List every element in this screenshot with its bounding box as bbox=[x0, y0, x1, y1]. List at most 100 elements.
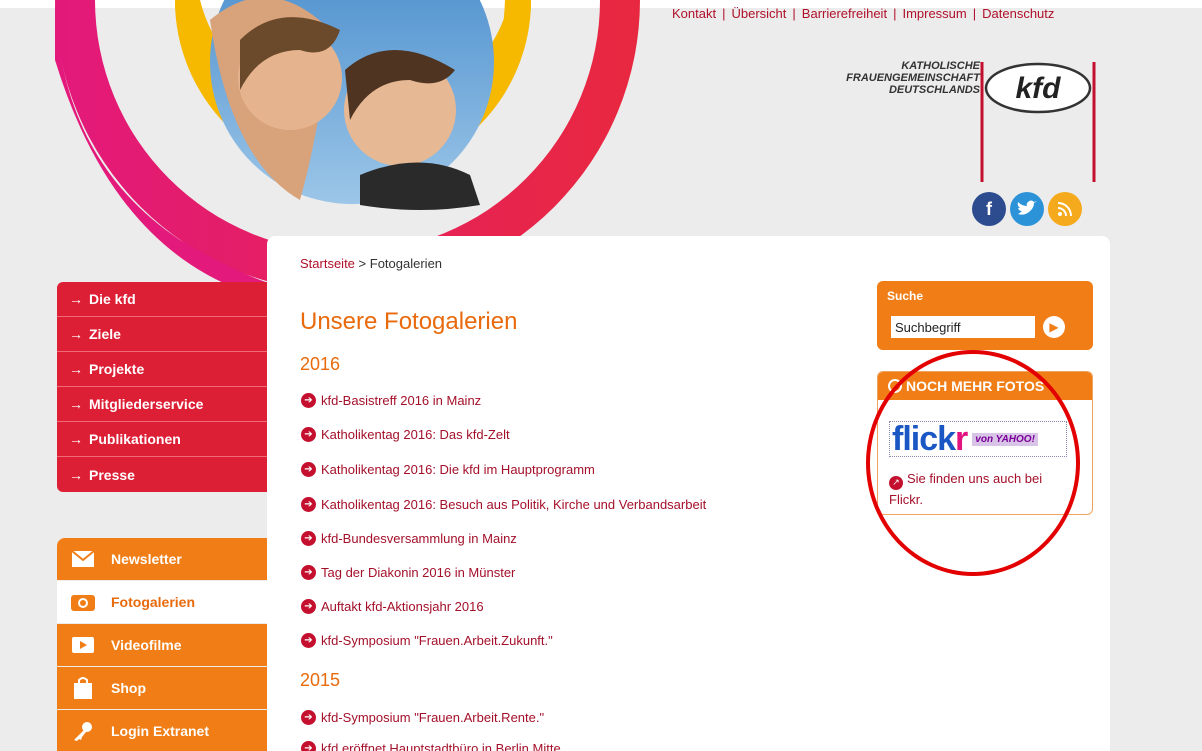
arrow-right-icon: ➔ bbox=[301, 565, 316, 580]
gallery-link[interactable]: ➔ kfd-Bundesversammlung in Mainz bbox=[301, 531, 517, 546]
topnav-uebersicht-link[interactable]: Übersicht bbox=[731, 6, 786, 21]
more-photos-title: NOCH MEHR FOTOS bbox=[906, 378, 1045, 394]
gallery-link[interactable]: ➔ Katholikentag 2016: Das kfd-Zelt bbox=[301, 427, 510, 442]
quick-links: Newsletter Fotogalerien Videofilme Shop … bbox=[57, 538, 267, 751]
nav-item-projekte[interactable]: → Projekte bbox=[57, 352, 267, 387]
gallery-link[interactable]: ➔ kfd-Symposium "Frauen.Arbeit.Rente." bbox=[301, 710, 544, 725]
flickr-logo-link[interactable]: flick r von YAHOO! bbox=[889, 421, 1067, 457]
kfd-logo-mark: kfd bbox=[980, 62, 1096, 182]
breadcrumb-current: Fotogalerien bbox=[369, 256, 443, 271]
nav-item-publikationen[interactable]: → Publikationen bbox=[57, 422, 267, 457]
circle-icon bbox=[888, 379, 902, 393]
gallery-link-label: Katholikentag 2016: Das kfd-Zelt bbox=[321, 427, 510, 442]
breadcrumb: Startseite > Fotogalerien bbox=[300, 256, 442, 271]
kfd-logo[interactable]: KATHOLISCHE FRAUENGEMEINSCHAFT DEUTSCHLA… bbox=[810, 54, 1110, 184]
more-photos-header: NOCH MEHR FOTOS bbox=[878, 372, 1092, 400]
play-arrow-icon: ▶ bbox=[1049, 320, 1059, 334]
gallery-link-label: kfd-Bundesversammlung in Mainz bbox=[321, 531, 517, 546]
nav-item-label: Presse bbox=[89, 466, 135, 483]
arrow-right-icon: → bbox=[69, 466, 83, 483]
gallery-link-label: Katholikentag 2016: Besuch aus Politik, … bbox=[321, 497, 707, 512]
camera-icon bbox=[69, 591, 97, 613]
quicklink-newsletter[interactable]: Newsletter bbox=[57, 538, 267, 580]
arrow-right-icon: → bbox=[69, 396, 83, 412]
rss-icon[interactable] bbox=[1048, 192, 1082, 226]
breadcrumb-separator: > bbox=[358, 256, 367, 271]
quicklink-label: Newsletter bbox=[111, 551, 182, 567]
topnav-separator: | bbox=[893, 6, 897, 21]
gallery-link-label: Katholikentag 2016: Die kfd im Hauptprog… bbox=[321, 462, 595, 477]
gallery-link[interactable]: ➔ Katholikentag 2016: Besuch aus Politik,… bbox=[301, 497, 706, 512]
arrow-right-icon: ➔ bbox=[301, 462, 316, 477]
flickr-link[interactable]: ↗ Sie finden uns auch bei Flickr. bbox=[889, 469, 1074, 509]
nav-item-mitgliederservice[interactable]: → Mitgliederservice bbox=[57, 387, 267, 422]
gallery-link-label: kfd eröffnet Hauptstadtbüro in Berlin Mi… bbox=[321, 741, 561, 751]
topnav-kontakt-link[interactable]: Kontakt bbox=[672, 6, 716, 21]
arrow-right-icon: ➔ bbox=[301, 497, 316, 512]
topnav-separator: | bbox=[972, 6, 977, 21]
nav-item-ziele[interactable]: → Ziele bbox=[57, 317, 267, 352]
quicklink-videofilme[interactable]: Videofilme bbox=[57, 624, 267, 666]
nav-item-presse[interactable]: → Presse bbox=[57, 457, 267, 492]
external-link-icon: ↗ bbox=[889, 475, 903, 490]
year-heading-2016: 2016 bbox=[300, 354, 341, 374]
arrow-right-icon: ➔ bbox=[301, 633, 316, 648]
quicklink-shop[interactable]: Shop bbox=[57, 667, 267, 709]
breadcrumb-home-link[interactable]: Startseite bbox=[300, 256, 355, 271]
gallery-link[interactable]: ➔ kfd-Symposium "Frauen.Arbeit.Zukunft." bbox=[301, 633, 553, 648]
top-navigation: Kontakt | Übersicht | Barrierefreiheit | Impre… bbox=[672, 6, 1054, 21]
arrow-right-icon: → bbox=[69, 431, 83, 447]
topnav-barrierefreiheit-link[interactable]: Barrierefreiheit bbox=[802, 6, 887, 21]
envelope-icon bbox=[69, 548, 97, 570]
search-input[interactable] bbox=[891, 316, 1035, 338]
flickr-logo-text: flick bbox=[892, 420, 956, 458]
gallery-link-label: kfd-Symposium "Frauen.Arbeit.Rente." bbox=[321, 710, 545, 725]
nav-item-die-kfd[interactable]: → Die kfd bbox=[57, 282, 267, 317]
topnav-impressum-link[interactable]: Impressum bbox=[902, 6, 966, 21]
shopping-bag-icon bbox=[69, 677, 97, 699]
arrow-right-icon: → bbox=[69, 291, 83, 307]
more-photos-box: NOCH MEHR FOTOS flick r von YAHOO! ↗ Sie f… bbox=[877, 371, 1093, 515]
search-submit-button[interactable]: ▶ bbox=[1043, 316, 1065, 338]
key-icon bbox=[69, 720, 97, 742]
topnav-separator: | bbox=[792, 6, 796, 21]
quicklink-login-extranet[interactable]: Login Extranet bbox=[57, 710, 267, 751]
quicklink-label: Videofilme bbox=[111, 637, 182, 653]
gallery-link-label: kfd-Basistreff 2016 in Mainz bbox=[321, 393, 482, 408]
gallery-link[interactable]: ➔ Katholikentag 2016: Die kfd im Hauptpro… bbox=[301, 462, 595, 477]
social-icons: f bbox=[972, 192, 1082, 226]
arrow-right-icon: ➔ bbox=[301, 599, 316, 614]
play-icon bbox=[69, 634, 97, 656]
arrow-right-icon: ➔ bbox=[301, 710, 316, 725]
yahoo-badge: von YAHOO! bbox=[972, 432, 1038, 446]
arrow-right-icon: → bbox=[69, 326, 83, 342]
gallery-link[interactable]: ➔ Tag der Diakonin 2016 in Münster bbox=[301, 565, 515, 580]
year-heading-2015: 2015 bbox=[300, 670, 341, 690]
gallery-link[interactable]: ➔ kfd eröffnet Hauptstadtbüro in Berlin M… bbox=[301, 741, 561, 751]
search-box: Suche ▶ bbox=[877, 281, 1093, 350]
twitter-icon[interactable] bbox=[1010, 192, 1044, 226]
flickr-link-label: Sie finden uns auch bei Flickr. bbox=[889, 471, 1043, 507]
arrow-right-icon: ➔ bbox=[301, 393, 316, 408]
gallery-link-label: Auftakt kfd-Aktionsjahr 2016 bbox=[321, 599, 484, 614]
facebook-icon[interactable]: f bbox=[972, 192, 1006, 226]
nav-item-label: Mitgliederservice bbox=[89, 396, 204, 412]
nav-item-label: Ziele bbox=[89, 326, 121, 342]
nav-item-label: Die kfd bbox=[89, 291, 136, 307]
main-navigation: → Die kfd → Ziele → Projekte → Mitgliederser… bbox=[57, 282, 267, 492]
flickr-logo-r: r bbox=[955, 420, 969, 458]
quicklink-label: Shop bbox=[111, 680, 146, 696]
quicklink-label: Fotogalerien bbox=[111, 594, 196, 610]
quicklink-label: Login Extranet bbox=[111, 723, 210, 739]
logo-mark-text: kfd bbox=[1016, 72, 1062, 105]
search-label: Suche bbox=[887, 289, 924, 303]
gallery-link-label: kfd-Symposium "Frauen.Arbeit.Zukunft." bbox=[321, 633, 553, 648]
arrow-right-icon: → bbox=[69, 361, 83, 377]
quicklink-fotogalerien[interactable]: Fotogalerien bbox=[57, 581, 267, 623]
gallery-link[interactable]: ➔ kfd-Basistreff 2016 in Mainz bbox=[301, 393, 481, 408]
arrow-right-icon: ➔ bbox=[301, 741, 316, 751]
nav-item-label: Publikationen bbox=[89, 431, 181, 447]
topnav-datenschutz-link[interactable]: Datenschutz bbox=[982, 6, 1054, 21]
page-title: Unsere Fotogalerien bbox=[300, 308, 518, 335]
gallery-link[interactable]: ➔ Auftakt kfd-Aktionsjahr 2016 bbox=[301, 599, 484, 614]
